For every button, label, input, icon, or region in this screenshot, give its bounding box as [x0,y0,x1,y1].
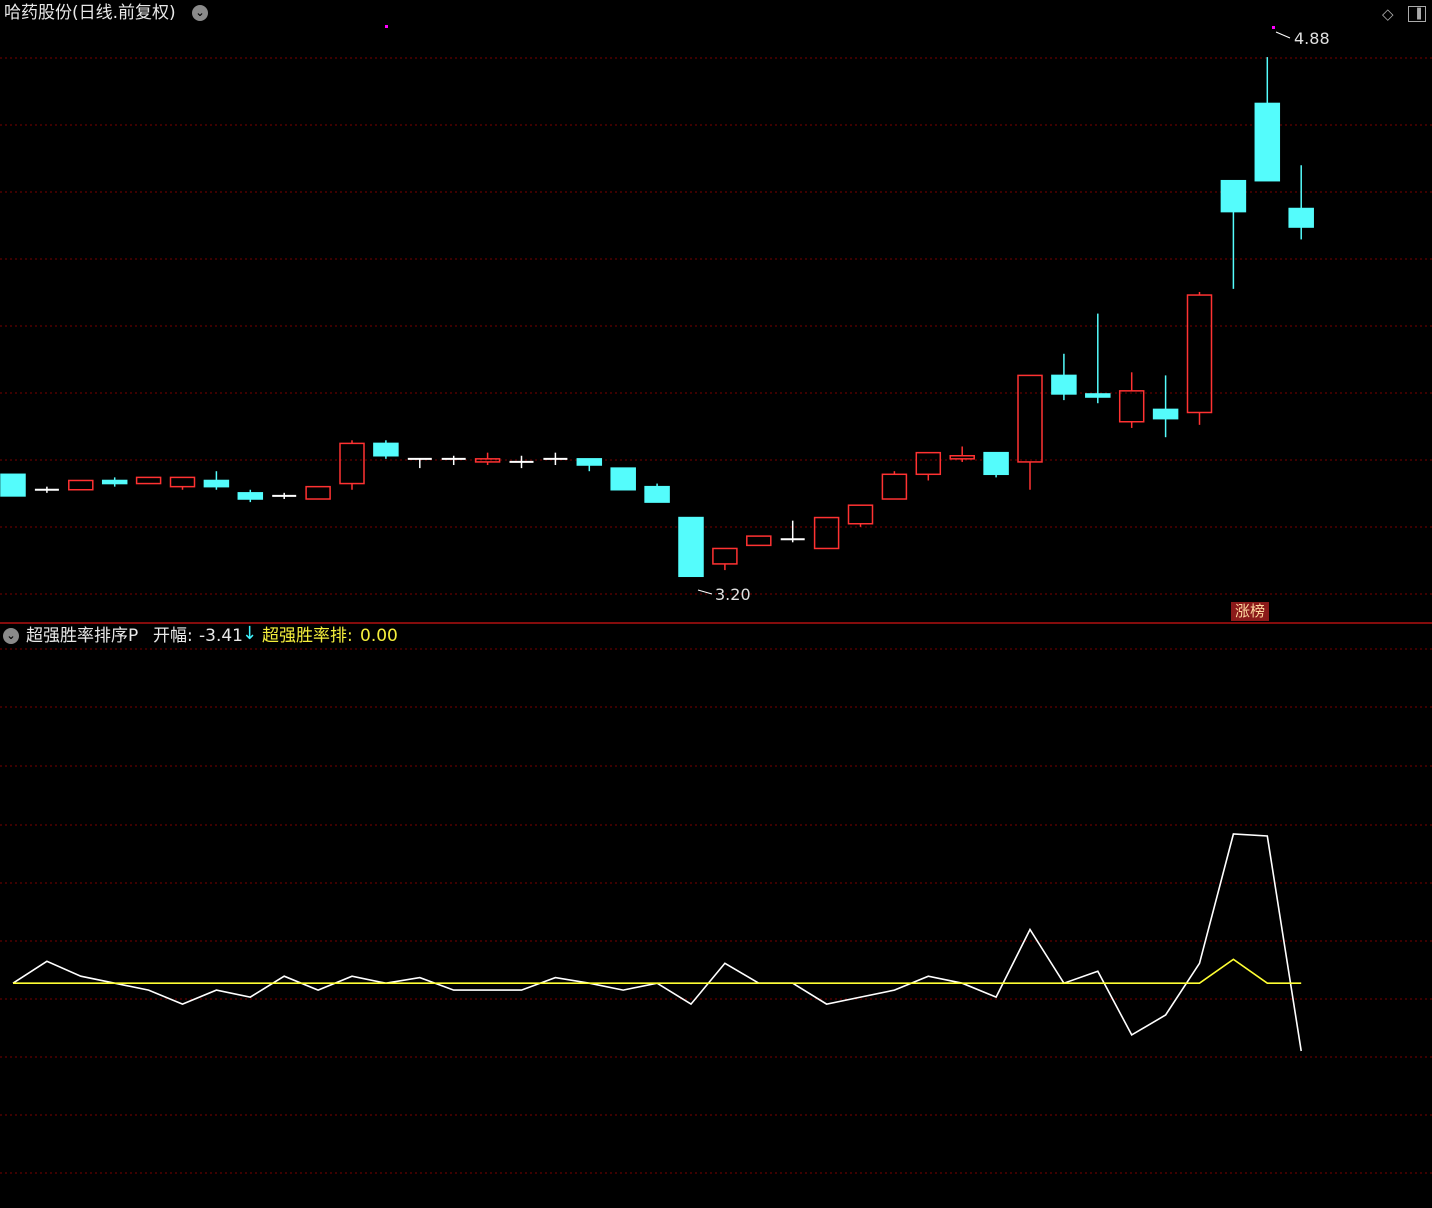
candle[interactable] [1085,313,1111,404]
price-labels: 4.88 3.20 [697,29,1330,604]
candle-body [1254,102,1281,182]
candle[interactable] [339,440,365,490]
signal-marker [1272,26,1275,29]
down-arrow-icon: ↓ [242,623,258,644]
candle-body [983,451,1009,476]
candle[interactable] [1288,165,1314,240]
candle-body [881,473,908,500]
candle[interactable] [712,547,738,571]
chart-canvas: 4.88 3.20 [0,25,1432,1174]
candle[interactable] [1118,372,1145,428]
candle[interactable] [576,458,603,472]
indicator-name[interactable]: 超强胜率排序P [26,626,138,646]
candle[interactable] [1254,57,1281,182]
rank-tag[interactable]: 涨榜 [1231,602,1269,621]
indicator-line-rank [13,958,1302,985]
candle-body [712,547,738,565]
candle[interactable] [610,467,636,491]
indicator-open-label: 开幅: [153,626,193,646]
candlestick-series[interactable] [0,57,1314,578]
chart-title: 哈药股份(日线.前复权) [4,3,176,23]
low-price-label: 3.20 [715,585,751,604]
candle-body [678,516,704,578]
candle[interactable] [237,489,264,503]
candle-body [644,485,670,503]
candle[interactable] [509,455,534,469]
candle-body [1085,393,1111,398]
candle[interactable] [813,516,840,550]
indicator-line2-value: 0.00 [360,626,398,646]
candle[interactable] [373,440,399,459]
candle[interactable] [1152,375,1179,438]
indicator-menu-icon[interactable]: ⌄ [3,628,19,644]
candle[interactable] [169,476,196,490]
diamond-icon[interactable]: ◇ [1382,6,1394,22]
candle-body [1017,374,1043,463]
candle-body [1118,390,1145,423]
candle[interactable] [881,471,908,500]
candle[interactable] [101,477,128,487]
candle[interactable] [305,485,331,500]
candle-body [949,455,975,460]
candle[interactable] [272,492,297,500]
candle-body [1220,179,1247,213]
candle-body [576,458,603,466]
candle-body [1051,374,1077,395]
candle[interactable] [203,471,230,490]
candle-body [305,485,331,500]
candle[interactable] [135,476,162,485]
candle-body [847,504,874,525]
indicator-series [12,833,1302,1052]
candle-body [373,442,399,457]
candle[interactable] [1186,291,1213,425]
candle[interactable] [474,452,501,466]
chevron-down-icon[interactable]: ⌄ [192,5,208,21]
candle-body [0,473,26,497]
window-toggle-icon[interactable]: ▐ [1408,6,1426,22]
candle[interactable] [644,483,670,503]
candle-body [203,479,230,488]
candle-body [101,479,128,485]
signal-marker [385,25,388,28]
indicator-line2-name: 超强胜率排: [262,626,353,646]
candle-body [915,451,942,476]
candle-body [1186,294,1213,414]
candle[interactable] [1220,179,1247,289]
candle[interactable] [68,479,94,491]
candle-body [610,467,636,491]
candle[interactable] [915,451,942,481]
candle-body [339,442,365,485]
candle[interactable] [746,535,772,547]
candle[interactable] [1051,353,1077,401]
candle-body [1288,207,1314,228]
candle-body [813,516,840,550]
candle[interactable] [983,451,1009,478]
high-price-label: 4.88 [1294,29,1330,48]
grid-lines [0,57,1432,1174]
candle-body [237,492,264,500]
candle-body [68,479,94,491]
candle-body [169,476,196,488]
candle[interactable] [0,473,26,497]
candle[interactable] [780,520,805,543]
indicator-open-value: -3.41 [199,626,243,646]
indicator-line-open [12,833,1302,1052]
candle[interactable] [543,452,568,466]
candle[interactable] [678,516,704,578]
candle-body [1152,408,1179,420]
candle-body [746,535,772,547]
markers [385,25,1275,29]
candle[interactable] [847,504,874,527]
candle[interactable] [34,486,59,493]
candle-body [135,476,162,485]
